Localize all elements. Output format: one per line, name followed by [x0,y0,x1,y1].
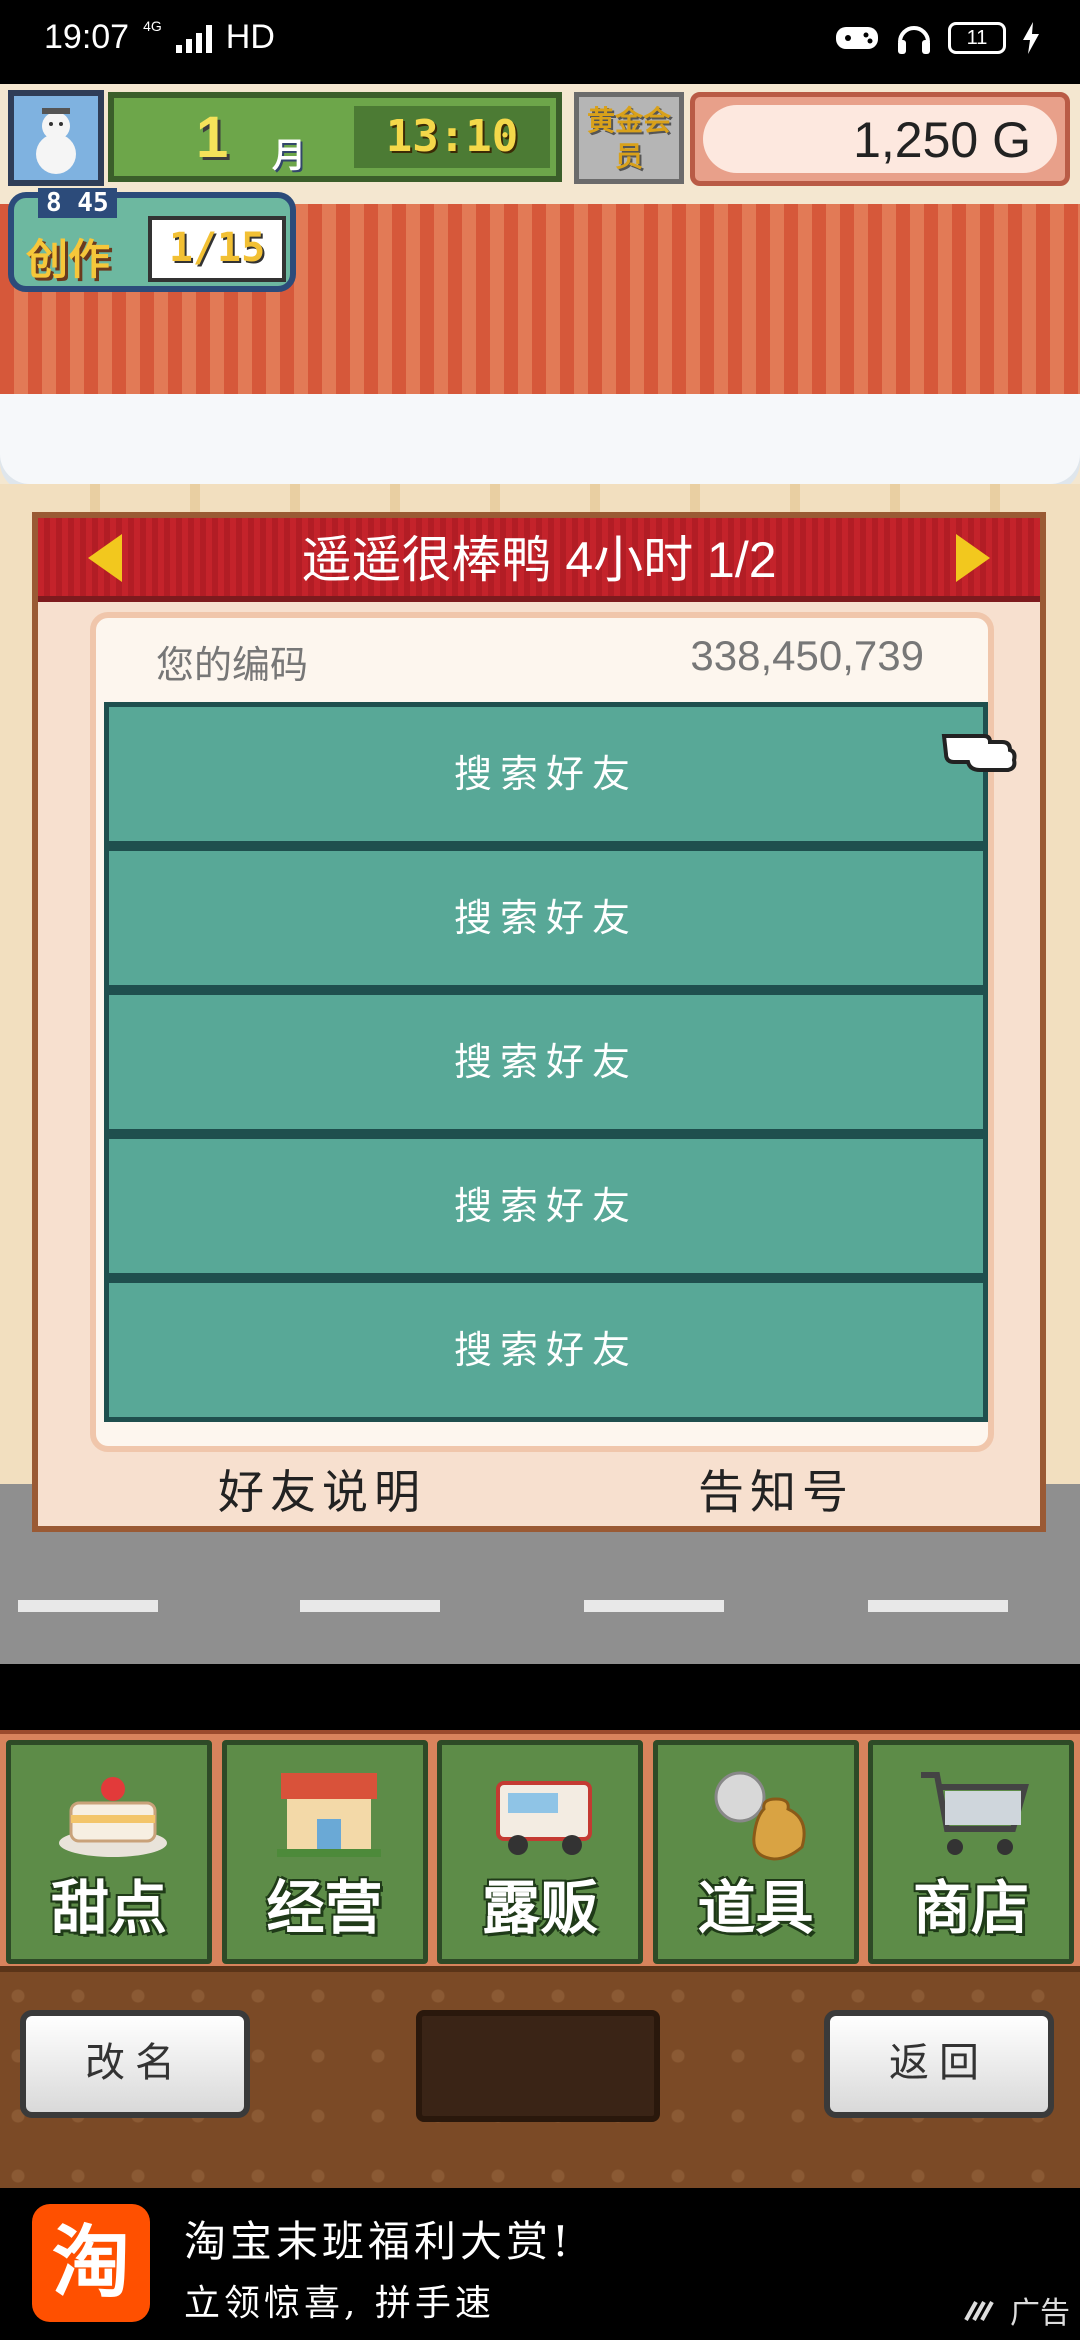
menu-label: 道具 [697,1874,814,1942]
month-number: 1 [196,105,229,170]
menu-dessert[interactable]: 甜点 [6,1740,212,1964]
notify-id-button[interactable]: 告知号 [698,1456,854,1522]
status-right: 11 [834,20,1040,56]
ad-tag-label: 广告 [1010,2297,1070,2330]
money-amount: 1,250 G [703,105,1057,173]
craft-level: 8 45 [38,188,117,218]
status-left: 19:07 4G HD [44,18,275,57]
signal-icon [175,23,212,53]
menu-stall[interactable]: 露贩 [437,1740,643,1964]
ad-title: 淘宝末班福利大赏! [184,2217,573,2266]
shopping-cart-icon [921,1772,1029,1855]
friend-help-button[interactable]: 好友说明 [218,1456,426,1522]
item-bag-icon [714,1771,806,1861]
snow-roof [0,394,1080,484]
date-panel: 1 月 13:10 [108,92,562,182]
month-unit: 月 [272,136,306,176]
taobao-logo: 淘 [32,2204,150,2322]
ad-banner[interactable]: 淘 淘宝末班福利大赏! 立领惊喜, 拼手速 广告 [0,2188,1080,2340]
craft-panel[interactable]: 8 45 创作 1/15 [8,188,296,292]
dialog-footer: 好友说明 告知号 [38,1456,1040,1532]
menu-label: 经营 [266,1874,383,1942]
search-friend-button[interactable]: 搜索好友 [104,846,988,990]
menu-label: 甜点 [50,1874,167,1942]
status-bar: 19:07 4G HD 11 [0,0,1080,84]
road-marking [584,1600,724,1612]
action-bar: 改名 返回 [0,1966,1080,2188]
your-code-label: 您的编码 [156,643,309,687]
search-friend-button[interactable]: 搜索好友 [104,1134,988,1278]
game-clock: 13:10 [354,106,550,168]
craft-label: 创作 [26,235,111,284]
menu-store[interactable]: 商店 [868,1740,1074,1964]
pointing-hand-icon [941,734,1017,772]
your-code-value: 338,450,739 [690,632,924,679]
ad-subtitle: 立领惊喜, 拼手速 [184,2283,495,2324]
search-friend-button[interactable]: 搜索好友 [104,990,988,1134]
cake-icon [59,1777,167,1857]
hd-indicator: HD [225,18,275,56]
menu-label: 商店 [912,1874,1029,1942]
friend-dialog: 遥遥很棒鸭 4小时 1/2 您的编码 338,450,739 搜索好友 搜索好友… [32,512,1046,1532]
dialog-header: 遥遥很棒鸭 4小时 1/2 [38,518,1040,602]
snowman-icon [36,108,76,174]
friend-slot-list: 搜索好友 搜索好友 搜索好友 搜索好友 搜索好友 [104,702,988,1422]
menu-manage[interactable]: 经营 [221,1740,428,1964]
center-slot [416,2010,660,2122]
gold-member-badge[interactable]: 黄金会员 [574,92,684,184]
rename-button[interactable]: 改名 [20,2010,250,2118]
friend-panel: 您的编码 338,450,739 搜索好友 搜索好友 搜索好友 搜索好友 搜索好… [90,612,994,1452]
network-type: 4G [143,17,162,34]
road-marking [300,1600,440,1612]
road-marking [868,1600,1008,1612]
game-controller-icon [836,27,878,49]
ad-tag: 广告 [964,2288,1070,2332]
dialog-title: 遥遥很棒鸭 4小时 1/2 [301,532,777,588]
craft-count: 1/15 [148,216,286,282]
charging-bolt-icon [1023,22,1039,54]
shop-building-icon [276,1773,381,1857]
headphones-icon [898,26,930,54]
main-menu-bar: 甜点 经营 露贩 道具 商店 [0,1730,1080,1966]
search-friend-button[interactable]: 搜索好友 [104,1278,988,1422]
search-friend-button[interactable]: 搜索好友 [104,702,988,846]
player-avatar[interactable] [8,90,104,186]
status-time: 19:07 [44,18,130,56]
food-truck-icon [496,1781,592,1855]
ad-provider-icon [964,2301,994,2321]
menu-items[interactable]: 道具 [652,1740,859,1964]
battery-icon: 11 [948,22,1006,54]
money-panel: 1,250 G [690,92,1070,186]
back-button[interactable]: 返回 [824,2010,1054,2118]
menu-label: 露贩 [481,1874,598,1942]
next-page-arrow-icon[interactable] [956,534,990,582]
road-marking [18,1600,158,1612]
